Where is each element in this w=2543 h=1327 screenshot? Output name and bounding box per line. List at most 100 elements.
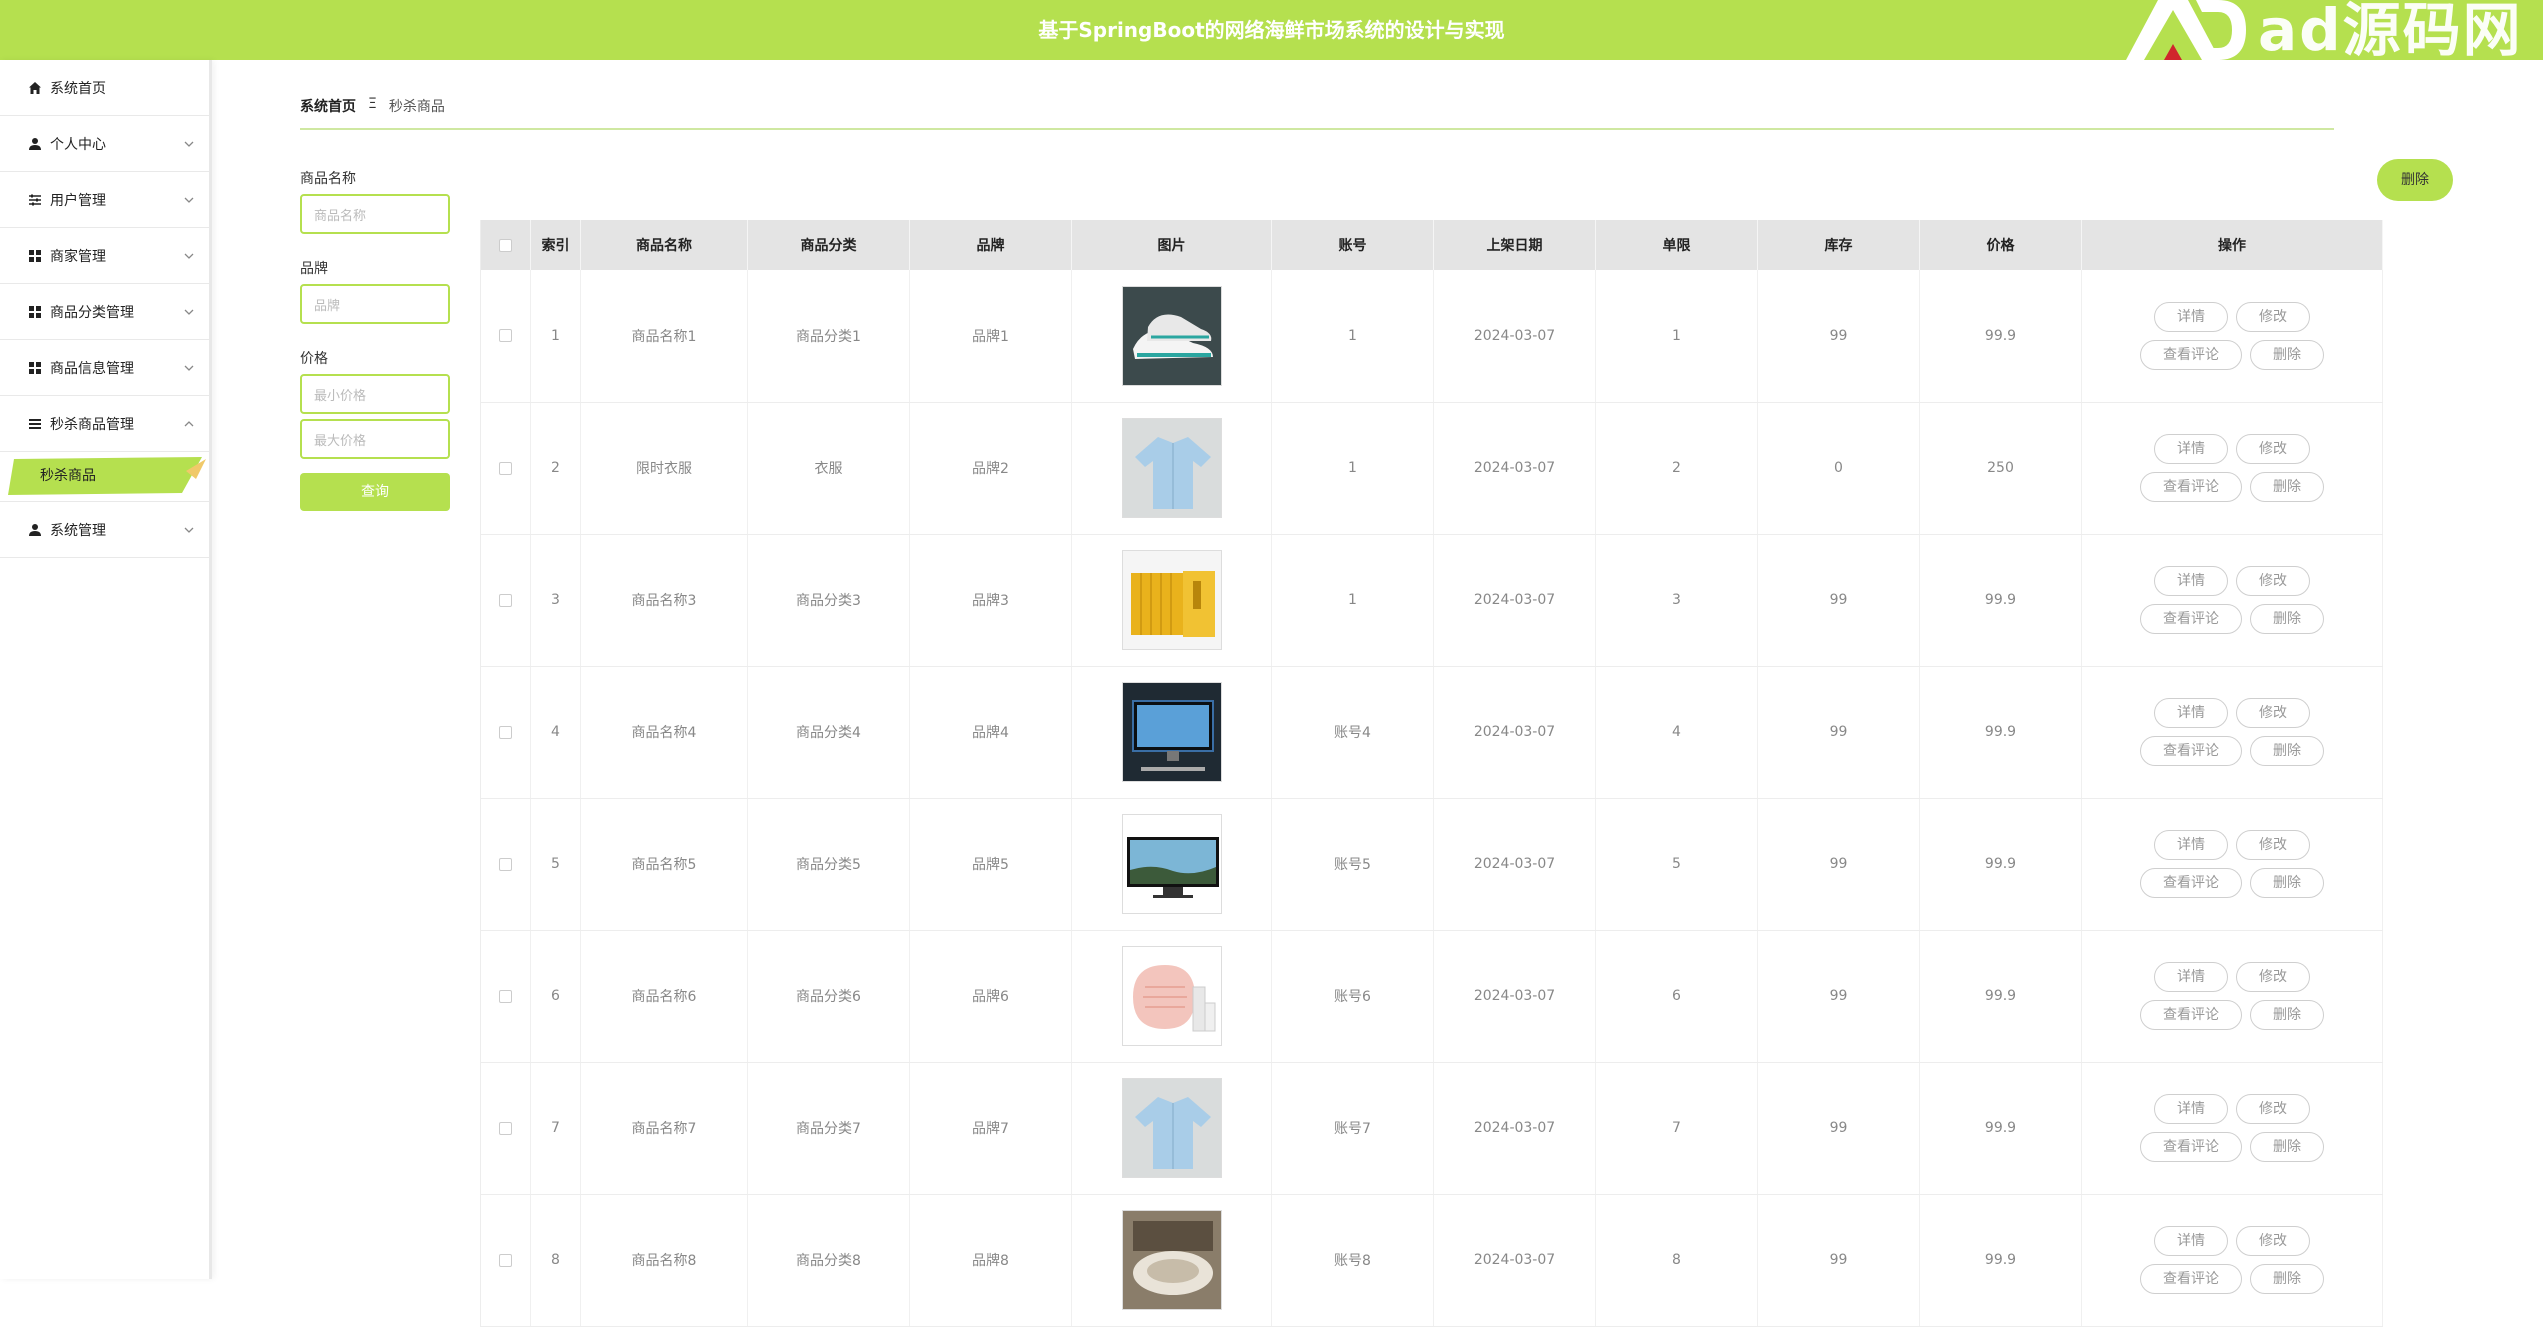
row-checkbox[interactable] xyxy=(499,1121,512,1135)
edit-button[interactable]: 修改 xyxy=(2236,962,2310,992)
cell-brand: 品牌5 xyxy=(909,798,1072,931)
sidebar-item-users[interactable]: 用户管理 xyxy=(0,172,209,228)
sidebar-item-home[interactable]: 系统首页 xyxy=(0,60,209,116)
brand-input[interactable]: 品牌 xyxy=(300,284,450,324)
sidebar-item-products[interactable]: 商品信息管理 xyxy=(0,340,209,396)
cell-brand: 品牌3 xyxy=(909,534,1072,667)
row-checkbox[interactable] xyxy=(499,329,512,343)
product-image[interactable] xyxy=(1121,682,1222,782)
product-image[interactable] xyxy=(1121,418,1222,518)
cell-limit: 1 xyxy=(1595,270,1758,403)
cell-image xyxy=(1071,534,1272,667)
cell-price: 99.9 xyxy=(1919,534,2082,667)
cell-brand: 品牌2 xyxy=(909,402,1072,535)
cell-brand: 品牌6 xyxy=(909,930,1072,1063)
view-comments-button[interactable]: 查看评论 xyxy=(2140,736,2242,766)
max-price-input[interactable]: 最大价格 xyxy=(300,419,450,459)
edit-button[interactable]: 修改 xyxy=(2236,1094,2310,1124)
detail-button[interactable]: 详情 xyxy=(2154,698,2228,728)
row-checkbox[interactable] xyxy=(499,593,512,607)
edit-button[interactable]: 修改 xyxy=(2236,566,2310,596)
min-price-input[interactable]: 最小价格 xyxy=(300,374,450,414)
grid-icon xyxy=(28,361,42,375)
sidebar-item-categories[interactable]: 商品分类管理 xyxy=(0,284,209,340)
sidebar-item-label: 秒杀商品管理 xyxy=(50,416,134,433)
cell-name: 商品名称3 xyxy=(580,534,748,667)
row-select-cell xyxy=(480,930,531,1063)
row-select-cell xyxy=(480,798,531,931)
delete-button[interactable]: 删除 xyxy=(2250,1000,2324,1030)
table-row: 8 商品名称8 商品分类8 品牌8 账号8 2024-03-07 8 99 99.9 详情 修改 查看… xyxy=(480,1194,2383,1327)
select-all-checkbox[interactable] xyxy=(499,238,512,252)
row-checkbox[interactable] xyxy=(499,857,512,871)
edit-button[interactable]: 修改 xyxy=(2236,1226,2310,1256)
sidebar-item-flash-sale[interactable]: 秒杀商品管理 xyxy=(0,396,209,452)
delete-button[interactable]: 删除 xyxy=(2250,1264,2324,1294)
row-select-cell xyxy=(480,666,531,799)
product-image[interactable] xyxy=(1121,946,1222,1046)
batch-delete-button[interactable]: 删除 xyxy=(2377,159,2453,201)
sidebar-item-merchants[interactable]: 商家管理 xyxy=(0,228,209,284)
detail-button[interactable]: 详情 xyxy=(2154,830,2228,860)
view-comments-button[interactable]: 查看评论 xyxy=(2140,339,2242,370)
products-table: 索引 商品名称 商品分类 品牌 图片 账号 上架日期 单限 库存 价格 操作 1… xyxy=(480,220,2383,1327)
row-checkbox[interactable] xyxy=(499,989,512,1003)
sidebar-item-system[interactable]: 系统管理 xyxy=(0,502,209,558)
cell-price: 99.9 xyxy=(1919,1194,2082,1327)
delete-button[interactable]: 删除 xyxy=(2250,472,2324,502)
sidebar-item-label: 系统首页 xyxy=(50,80,106,97)
top-header: 基于SpringBoot的网络海鲜市场系统的设计与实现 ad源码网 xyxy=(0,0,2543,60)
view-comments-button[interactable]: 查看评论 xyxy=(2140,868,2242,898)
product-name-input[interactable]: 商品名称 xyxy=(300,194,450,234)
ad-logo-icon xyxy=(2126,0,2246,60)
view-comments-button[interactable]: 查看评论 xyxy=(2140,472,2242,502)
query-button[interactable]: 查询 xyxy=(300,473,450,511)
product-image[interactable] xyxy=(1121,1210,1222,1310)
breadcrumb-current: 秒杀商品 xyxy=(388,99,445,115)
table-row: 6 商品名称6 商品分类6 品牌6 账号6 2024-03-07 6 99 99.9 详情 修改 查看… xyxy=(480,930,2383,1063)
cell-price: 99.9 xyxy=(1919,798,2082,931)
row-checkbox[interactable] xyxy=(499,461,512,475)
header-category: 商品分类 xyxy=(747,220,910,270)
detail-button[interactable]: 详情 xyxy=(2154,1226,2228,1256)
detail-button[interactable]: 详情 xyxy=(2154,962,2228,992)
submenu-item-flash-sale-products[interactable]: 秒杀商品 xyxy=(6,457,206,495)
cell-actions: 详情 修改查看评论 删除 xyxy=(2081,402,2383,535)
table-body: 1 商品名称1 商品分类1 品牌1 1 2024-03-07 1 99 99.9 详情 修改 查看评论… xyxy=(480,270,2383,1327)
edit-button[interactable]: 修改 xyxy=(2236,434,2310,464)
delete-button[interactable]: 删除 xyxy=(2250,868,2324,898)
detail-button[interactable]: 详情 xyxy=(2154,301,2228,332)
breadcrumb: 系统首页 Ξ 秒杀商品 xyxy=(300,96,2334,130)
breadcrumb-home[interactable]: 系统首页 xyxy=(300,96,356,116)
row-checkbox[interactable] xyxy=(499,1253,512,1267)
row-select-cell xyxy=(480,1062,531,1195)
delete-button[interactable]: 删除 xyxy=(2250,1132,2324,1162)
row-select-cell xyxy=(480,534,531,667)
sliders-icon xyxy=(28,193,42,207)
product-image[interactable] xyxy=(1121,550,1222,650)
product-image[interactable] xyxy=(1121,814,1222,914)
detail-button[interactable]: 详情 xyxy=(2154,1094,2228,1124)
row-checkbox[interactable] xyxy=(499,725,512,739)
detail-button[interactable]: 详情 xyxy=(2154,566,2228,596)
product-image[interactable] xyxy=(1121,285,1222,386)
view-comments-button[interactable]: 查看评论 xyxy=(2140,1000,2242,1030)
cell-image xyxy=(1071,270,1272,403)
delete-button[interactable]: 删除 xyxy=(2250,736,2324,766)
view-comments-button[interactable]: 查看评论 xyxy=(2140,1264,2242,1294)
edit-button[interactable]: 修改 xyxy=(2236,301,2310,332)
cell-index: 6 xyxy=(530,930,581,1063)
product-image[interactable] xyxy=(1121,1078,1222,1178)
table-row: 4 商品名称4 商品分类4 品牌4 账号4 2024-03-07 4 99 99.9 详情 修改 查看… xyxy=(480,666,2383,799)
view-comments-button[interactable]: 查看评论 xyxy=(2140,604,2242,634)
delete-button[interactable]: 删除 xyxy=(2250,604,2324,634)
edit-button[interactable]: 修改 xyxy=(2236,830,2310,860)
row-select-cell xyxy=(480,270,531,403)
table-header-row: 索引 商品名称 商品分类 品牌 图片 账号 上架日期 单限 库存 价格 操作 xyxy=(480,220,2383,270)
flash-sale-submenu: 秒杀商品 xyxy=(0,452,209,502)
sidebar-item-profile[interactable]: 个人中心 xyxy=(0,116,209,172)
view-comments-button[interactable]: 查看评论 xyxy=(2140,1132,2242,1162)
delete-button[interactable]: 删除 xyxy=(2250,339,2324,370)
edit-button[interactable]: 修改 xyxy=(2236,698,2310,728)
detail-button[interactable]: 详情 xyxy=(2154,434,2228,464)
